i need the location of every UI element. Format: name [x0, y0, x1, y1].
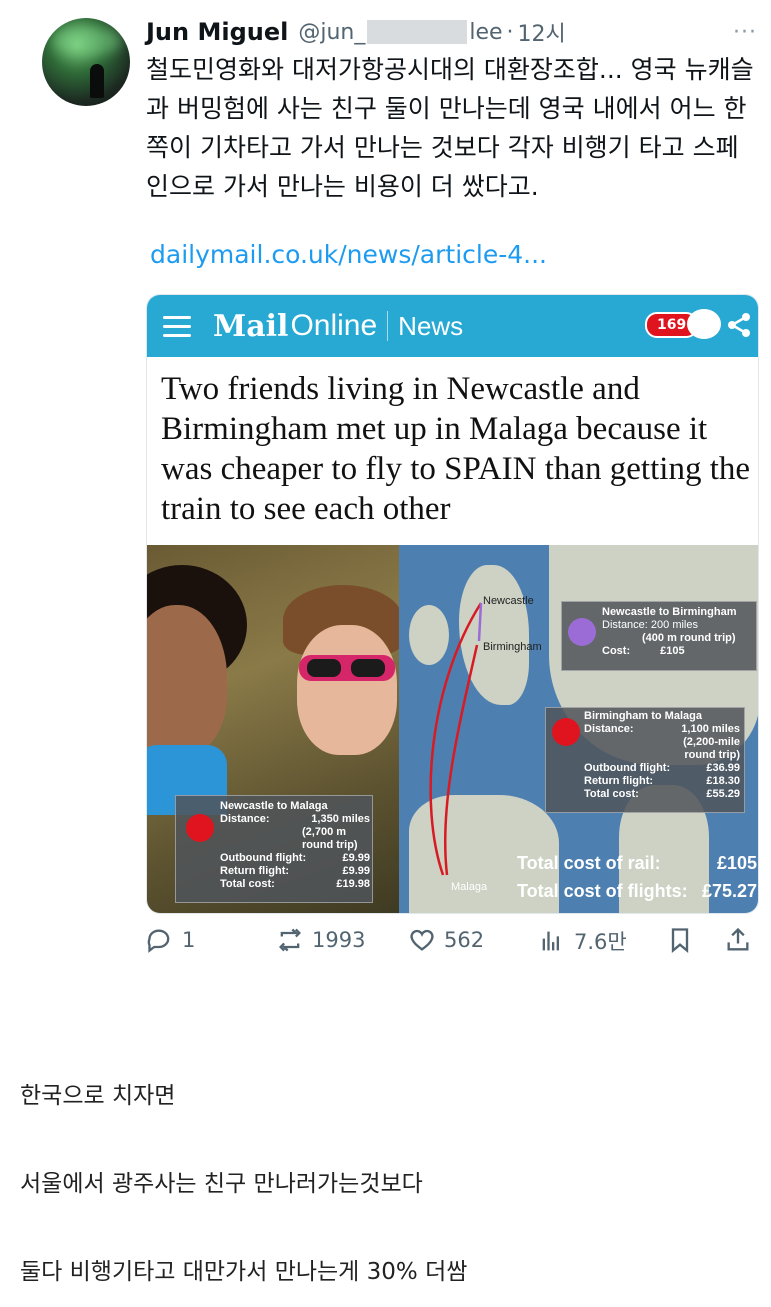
heart-icon — [410, 929, 434, 951]
reply-button[interactable]: 1 — [146, 926, 195, 954]
comment-text: 한국으로 치자면 — [20, 1083, 176, 1109]
mail-logo: Mail — [213, 308, 289, 344]
info-newcastle-malaga: Newcastle to Malaga Distance: 1,350 miles… — [175, 795, 373, 903]
bookmark-button[interactable] — [666, 926, 694, 954]
tweet-time[interactable]: 12시 — [518, 16, 566, 48]
retweet-button[interactable]: 1993 — [276, 926, 365, 954]
avatar-aurora — [52, 26, 122, 56]
divider — [387, 311, 389, 341]
bookmark-icon — [671, 928, 689, 953]
train-icon — [568, 618, 596, 646]
tweet-header: Jun Miguel @jun_ lee · 12시 — [146, 14, 756, 50]
like-button[interactable]: 562 — [408, 926, 484, 954]
city-malaga: Malaga — [451, 881, 488, 893]
article-headline: Two friends living in Newcastle and Birm… — [161, 371, 751, 527]
retweet-count: 1993 — [312, 928, 366, 952]
views-icon — [542, 931, 559, 951]
plane-icon — [186, 814, 214, 842]
tweet-actions: 1 1993 562 7.6만 — [146, 926, 761, 966]
upload-share-icon — [727, 927, 749, 951]
reply-icon — [147, 929, 170, 953]
tweet-text: 철도민영화와 대저가항공시대의 대환장조합... 영국 뉴캐슬과 버밍험에 사는… — [146, 55, 754, 201]
city-birmingham: Birmingham — [483, 641, 542, 653]
like-count: 562 — [444, 928, 485, 952]
reply-count: 1 — [182, 928, 196, 952]
author-name[interactable]: Jun Miguel — [146, 18, 288, 46]
share-button[interactable] — [724, 926, 752, 954]
article-image[interactable]: Mail Online News 169 Two friends living … — [146, 294, 759, 914]
section-label: News — [398, 310, 464, 341]
redacted-block — [367, 20, 468, 44]
retweet-icon — [279, 928, 301, 952]
total-rail: Total cost of rail: £105 — [517, 853, 757, 873]
menu-icon — [163, 315, 191, 337]
share-icon — [728, 313, 750, 337]
info-newcastle-birmingham: Newcastle to Birmingham Distance: 200 mi… — [561, 601, 757, 671]
comment-text: 둘다 비행기타고 대만가서 만나는게 30% 더쌈 — [20, 1259, 468, 1285]
city-newcastle: Newcastle — [483, 595, 534, 607]
info-birmingham-malaga: Birmingham to Malaga Distance: 1,100 mile… — [545, 707, 745, 813]
more-options-icon[interactable]: ··· — [733, 20, 757, 45]
mail-logo-suffix: Online — [290, 309, 378, 342]
author-handle[interactable]: @jun_ lee · 12시 — [298, 16, 565, 48]
avatar[interactable] — [42, 18, 130, 106]
comment-text: 서울에서 광주사는 친구 만나러가는것보다 — [20, 1171, 423, 1197]
article-link[interactable]: dailymail.co.uk/news/article-4... — [150, 240, 547, 269]
views-button[interactable]: 7.6만 — [538, 926, 627, 956]
views-count: 7.6만 — [574, 930, 627, 954]
total-flights: Total cost of flights: £75.27 — [517, 881, 757, 901]
plane-icon — [552, 718, 580, 746]
avatar-figure — [90, 64, 104, 98]
comment-bubble-icon — [687, 309, 721, 339]
